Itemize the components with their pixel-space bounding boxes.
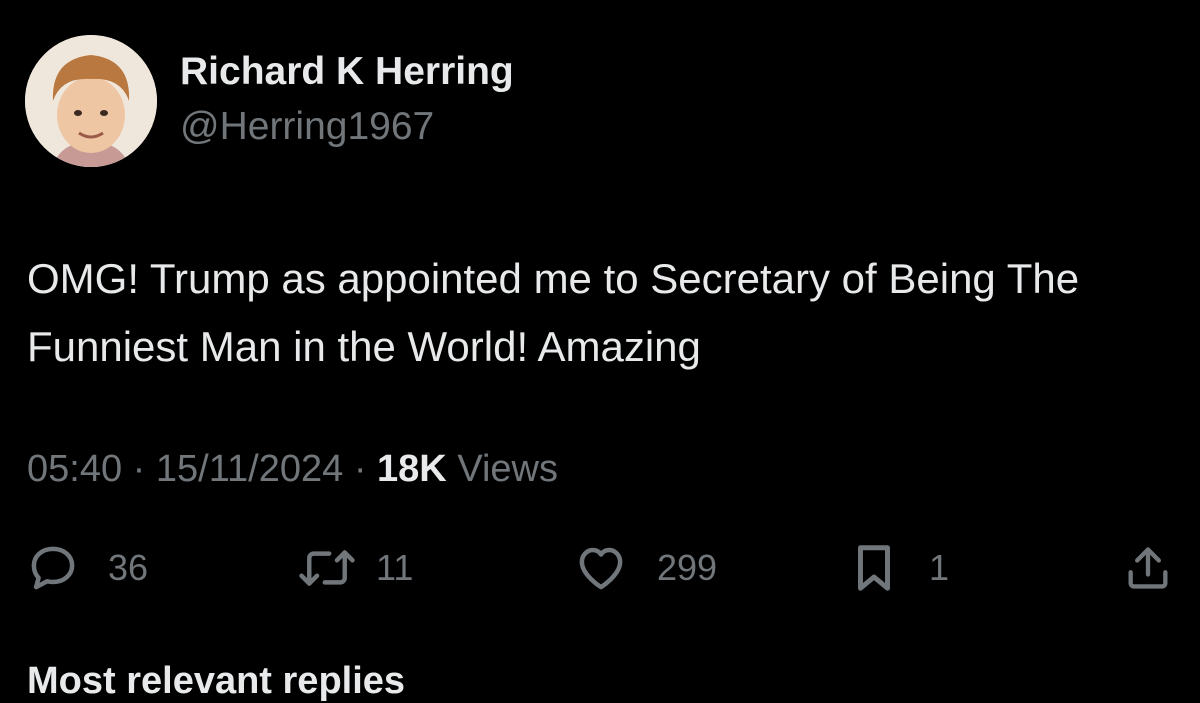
bookmark-count: 1: [929, 547, 950, 588]
avatar-photo: [25, 35, 157, 167]
repost-icon: [296, 541, 358, 595]
bookmark-button[interactable]: 1: [851, 538, 949, 598]
reply-button[interactable]: 36: [26, 538, 148, 598]
views-count[interactable]: 18K: [377, 448, 447, 490]
tweet-time[interactable]: 05:40: [27, 448, 122, 490]
avatar[interactable]: [25, 35, 157, 167]
views-label[interactable]: Views: [457, 448, 558, 490]
heart-icon: [573, 541, 629, 595]
author-display-name[interactable]: Richard K Herring: [180, 50, 514, 94]
meta-separator: ·: [353, 448, 367, 490]
repost-button[interactable]: 11: [296, 538, 413, 598]
repost-count: 11: [376, 547, 414, 588]
like-button[interactable]: 299: [573, 538, 717, 598]
tweet-text: OMG! Trump as appointed me to Secretary …: [27, 255, 1080, 370]
bookmark-icon: [851, 541, 897, 595]
like-count: 299: [657, 547, 718, 588]
reply-count: 36: [108, 547, 149, 588]
tweet-date[interactable]: 15/11/2024: [156, 448, 343, 490]
tweet-meta: 05:40 · 15/11/2024 · 18K Views: [27, 448, 558, 491]
share-icon: [1122, 541, 1174, 595]
author-handle[interactable]: @Herring1967: [180, 105, 434, 149]
share-button[interactable]: [1122, 538, 1174, 598]
reply-icon: [26, 541, 80, 595]
meta-separator: ·: [132, 448, 146, 490]
replies-section-header[interactable]: Most relevant replies: [27, 660, 405, 703]
